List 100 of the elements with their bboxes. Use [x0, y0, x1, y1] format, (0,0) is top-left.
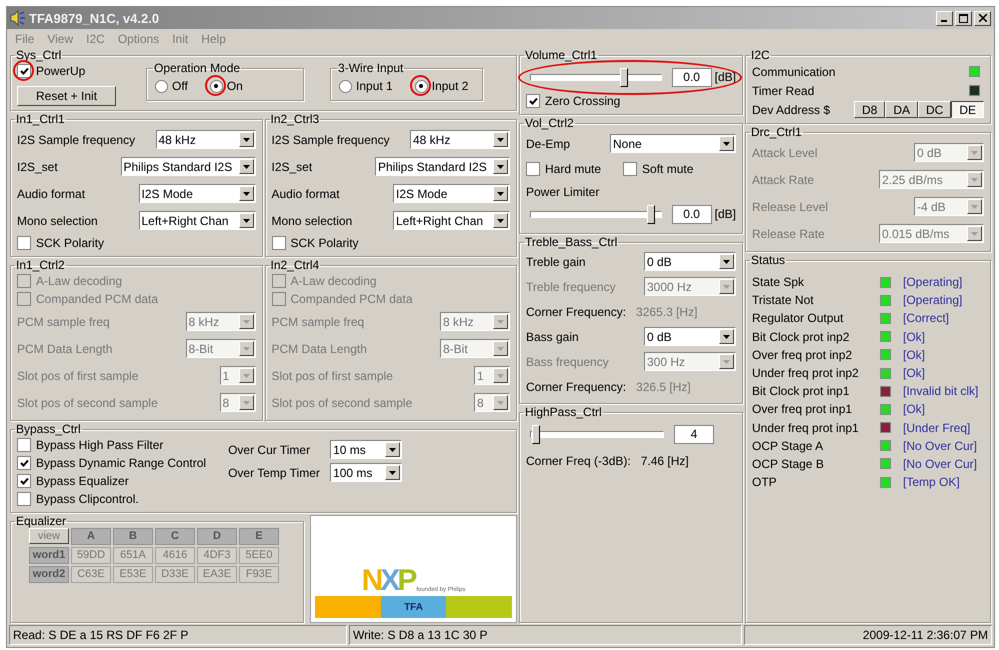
- table-cell: C63E: [71, 566, 111, 583]
- field-label: Mono selection: [17, 214, 98, 228]
- dropdown[interactable]: I2S Mode: [138, 184, 256, 203]
- field-label: Mono selection: [272, 214, 352, 228]
- status-label: OCP Stage B: [752, 456, 825, 471]
- address-button[interactable]: DC: [918, 101, 952, 118]
- caret-icon: [497, 374, 504, 378]
- close-button[interactable]: [974, 10, 991, 26]
- dropdown[interactable]: 48 kHz: [156, 130, 256, 149]
- group-title: 3-Wire Input: [337, 62, 404, 75]
- checkbox[interactable]: SCK Polarity: [17, 234, 256, 252]
- slider[interactable]: [530, 424, 664, 444]
- caret-icon: [497, 346, 504, 350]
- group-title: In2_Ctrl3: [270, 113, 320, 126]
- radio-button[interactable]: Input 2: [414, 79, 468, 93]
- group-title: Volume_Ctrl1: [524, 49, 598, 62]
- dropdown[interactable]: 0 dB: [644, 327, 736, 346]
- address-button[interactable]: DE: [951, 101, 984, 118]
- checkbox[interactable]: Bypass Equalizer: [17, 472, 206, 490]
- value-field[interactable]: 0.0: [672, 68, 712, 86]
- status-label: Bit Clock prot inp1: [752, 384, 850, 398]
- caret-icon: [242, 192, 250, 196]
- field-label: Corner Freq (-3dB):: [526, 454, 631, 468]
- address-button[interactable]: D8: [854, 101, 886, 118]
- status-label: Regulator Output: [752, 311, 844, 326]
- check-icon: [528, 96, 538, 106]
- slider[interactable]: [530, 204, 662, 224]
- slider-thumb[interactable]: [532, 424, 540, 444]
- field-label: Slot pos of second sample: [17, 396, 158, 410]
- checkbox[interactable]: SCK Polarity: [272, 234, 510, 252]
- checkbox[interactable]: PowerUp: [17, 62, 116, 80]
- slider-thumb[interactable]: [620, 68, 628, 86]
- column-header: B: [113, 528, 153, 545]
- column-header: C: [155, 528, 195, 545]
- table-cell: 4DF3: [197, 547, 237, 564]
- value-field[interactable]: 0.0: [672, 204, 712, 224]
- checkbox[interactable]: Zero Crossing: [526, 92, 736, 110]
- dropdown[interactable]: Philips Standard I2S: [120, 157, 256, 176]
- column-header: A: [71, 528, 111, 545]
- radio-button[interactable]: On: [210, 79, 243, 93]
- field-label: Audio format: [272, 186, 340, 200]
- caret-icon: [242, 320, 250, 324]
- row-header: word2: [29, 566, 69, 583]
- status-text: [Temp OK]: [903, 475, 960, 490]
- field-label: Dev Address $: [752, 102, 830, 116]
- maximize-button[interactable]: [955, 10, 972, 26]
- checkbox[interactable]: Hard mute: [526, 160, 602, 178]
- row-header: word1: [29, 547, 69, 564]
- frequency-reading: 7.46 [Hz]: [640, 454, 689, 468]
- reset-init-button[interactable]: Reset + Init: [17, 86, 116, 106]
- dropdown[interactable]: None: [610, 134, 736, 153]
- group-title: Treble_Bass_Ctrl: [524, 236, 618, 249]
- dropdown[interactable]: 10 ms: [330, 440, 402, 459]
- dropdown[interactable]: 100 ms: [330, 463, 402, 482]
- field-label: Attack Rate: [752, 172, 814, 186]
- caret-icon: [971, 232, 978, 236]
- address-button[interactable]: DA: [885, 101, 918, 118]
- slider[interactable]: [530, 68, 662, 86]
- caret-icon: [971, 204, 978, 208]
- group-title: In1_Ctrl1: [15, 113, 66, 126]
- field-label: Slot pos of first sample: [272, 368, 393, 382]
- dropdown[interactable]: I2S Mode: [393, 184, 510, 203]
- caret-icon: [242, 138, 250, 142]
- checkbox[interactable]: Bypass Dynamic Range Control: [17, 454, 206, 472]
- maximize-icon: [959, 14, 968, 22]
- caret-icon: [723, 284, 730, 288]
- slider-thumb[interactable]: [646, 204, 655, 224]
- field-label: PCM sample freq: [17, 314, 110, 328]
- dropdown[interactable]: Left+Right Chan: [138, 211, 256, 230]
- minimize-button[interactable]: [936, 10, 953, 26]
- caret-icon: [723, 360, 730, 364]
- frequency-reading: 326.5 [Hz]: [636, 380, 691, 394]
- field-label: PCM Data Length: [272, 342, 367, 356]
- status-bar-text: Read: S DE a 15 RS DF F6 2F P: [9, 625, 347, 645]
- checkbox[interactable]: Bypass Clipcontrol.: [17, 490, 206, 508]
- status-text: [Ok]: [903, 402, 926, 416]
- close-icon: [978, 14, 986, 22]
- dropdown[interactable]: Philips Standard I2S: [375, 157, 510, 176]
- dropdown[interactable]: 0 dB: [644, 252, 736, 271]
- caret-icon: [497, 400, 504, 404]
- caret-icon: [389, 470, 396, 474]
- checkbox[interactable]: Soft mute: [623, 160, 694, 178]
- field-label: Power Limiter: [526, 185, 600, 199]
- caret-icon: [497, 218, 504, 222]
- caret-icon: [723, 142, 730, 146]
- radio-button[interactable]: Off: [155, 79, 188, 93]
- status-text: [Operating]: [903, 293, 962, 308]
- caret-icon: [242, 346, 250, 350]
- field-label: I2S_set: [272, 160, 312, 174]
- value-field[interactable]: 4: [674, 424, 714, 444]
- dropdown[interactable]: 48 kHz: [410, 130, 510, 149]
- field-label: Release Rate: [752, 226, 825, 240]
- status-text: [Correct]: [903, 311, 950, 326]
- radio-button[interactable]: Input 1: [339, 79, 393, 93]
- dropdown[interactable]: Left+Right Chan: [393, 211, 510, 230]
- checkbox[interactable]: Bypass High Pass Filter: [17, 436, 206, 454]
- group-title: Sys_Ctrl: [15, 49, 62, 62]
- caret-icon: [242, 400, 250, 404]
- group-title: I2C: [750, 49, 771, 62]
- unit-label: [dB]: [714, 70, 736, 84]
